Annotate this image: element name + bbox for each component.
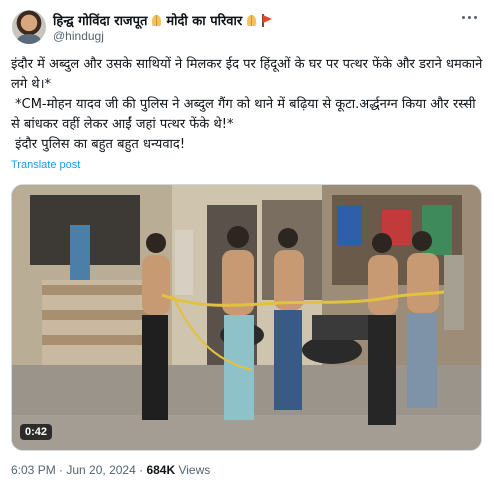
views-count[interactable]: 684K xyxy=(146,463,175,477)
video-frame xyxy=(12,185,481,450)
author-handle[interactable]: @hindugj xyxy=(53,29,104,43)
video-player[interactable]: 0:42 xyxy=(11,184,482,451)
author-display-name-suffix[interactable]: मोदी का परिवार xyxy=(166,11,242,29)
more-options-icon[interactable] xyxy=(462,14,480,20)
tweet-text-line-3: इंदौर पुलिस का बहुत बहुत धन्यवाद! xyxy=(11,137,186,152)
avatar[interactable] xyxy=(12,10,46,44)
translate-post-link[interactable]: Translate post xyxy=(11,159,80,171)
meta-separator: · xyxy=(55,463,67,477)
post-time[interactable]: 6:03 PM xyxy=(11,463,56,477)
folded-hands-icon xyxy=(150,14,163,27)
tweet-meta: 6:03 PM · Jun 20, 2024 · 684K Views xyxy=(11,463,210,477)
video-duration: 0:42 xyxy=(20,424,53,440)
author-display-name[interactable]: हिन्द्व गोविंदा राजपूत xyxy=(53,11,147,29)
tweet-text: इंदौर में अब्दुल और उसके साथियों ने मिलक… xyxy=(11,55,485,155)
red-flag-icon xyxy=(261,13,273,27)
tweet-text-line-1: इंदौर में अब्दुल और उसके साथियों ने मिलक… xyxy=(11,57,487,92)
views-label: Views xyxy=(175,463,211,477)
meta-separator: · xyxy=(135,463,147,477)
tweet-text-line-2: *CM-मोहन यादव जी की पुलिस ने अब्दुल गैंग… xyxy=(11,97,480,132)
folded-hands-icon xyxy=(245,14,258,27)
tweet-card[interactable]: हिन्द्व गोविंदा राजपूत मोदी का परिवार @h… xyxy=(0,0,494,488)
author-name-row[interactable]: हिन्द्व गोविंदा राजपूत मोदी का परिवार xyxy=(53,11,273,29)
post-date[interactable]: Jun 20, 2024 xyxy=(66,463,135,477)
